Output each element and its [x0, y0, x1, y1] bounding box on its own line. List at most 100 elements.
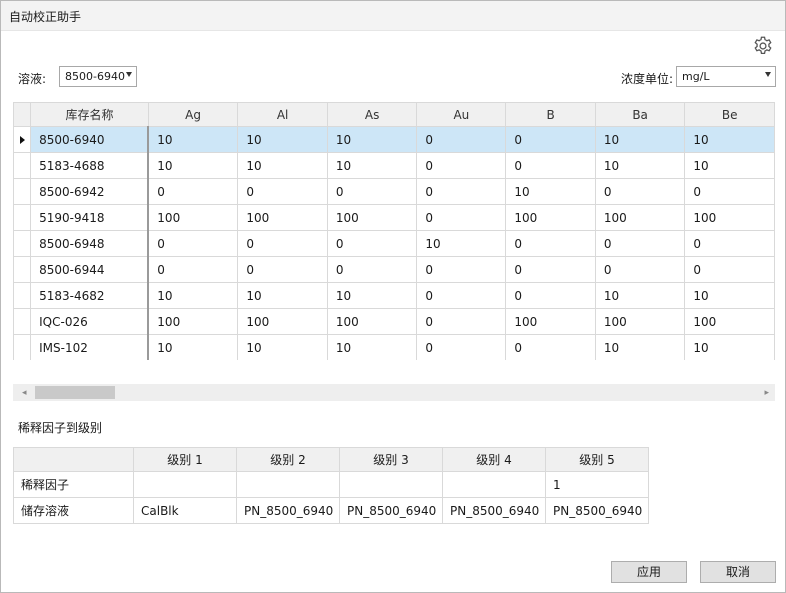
row-selector[interactable] [13, 282, 32, 309]
concentration-cell[interactable]: 10 [684, 334, 775, 360]
concentration-cell[interactable]: 0 [147, 178, 239, 205]
concentration-cell[interactable]: 0 [326, 256, 418, 283]
concentration-cell[interactable]: 100 [147, 204, 239, 231]
concentration-cell[interactable]: 0 [326, 230, 418, 257]
concentration-cell[interactable]: 10 [147, 152, 239, 179]
concentration-cell[interactable]: 10 [594, 282, 686, 309]
concentration-cell[interactable]: 10 [147, 126, 239, 153]
concentration-cell[interactable]: 0 [147, 256, 239, 283]
unit-select[interactable]: mg/L [676, 66, 776, 87]
dilution-cell[interactable]: PN_8500_6940 [339, 497, 443, 524]
concentration-cell[interactable]: 0 [416, 256, 507, 283]
concentration-cell[interactable]: 0 [684, 256, 775, 283]
column-header-element[interactable]: B [505, 102, 596, 127]
stock-name-cell[interactable]: IMS-102 [30, 334, 150, 360]
concentration-cell[interactable]: 0 [416, 152, 507, 179]
concentration-cell[interactable]: 0 [416, 282, 507, 309]
dilution-cell[interactable] [236, 471, 340, 498]
concentration-cell[interactable]: 10 [237, 282, 328, 309]
concentration-cell[interactable]: 100 [684, 308, 775, 335]
column-header-element[interactable]: Ag [147, 102, 239, 127]
horizontal-scrollbar[interactable]: ◂ ▸ [13, 384, 775, 401]
concentration-cell[interactable]: 100 [147, 308, 239, 335]
concentration-cell[interactable]: 10 [326, 152, 418, 179]
dilution-cell[interactable] [339, 471, 443, 498]
concentration-cell[interactable]: 0 [147, 230, 239, 257]
stock-name-cell[interactable]: 8500-6942 [30, 178, 150, 205]
table-row[interactable]: IQC-026 100 100 100 0 100 100 100 [13, 308, 775, 335]
table-row[interactable]: 5183-4682 10 10 10 0 0 10 10 [13, 282, 775, 309]
concentration-cell[interactable]: 0 [237, 230, 328, 257]
concentration-cell[interactable]: 10 [684, 126, 775, 153]
stock-name-cell[interactable]: 5183-4682 [30, 282, 150, 309]
row-selector[interactable] [13, 152, 32, 179]
row-selector[interactable] [13, 126, 32, 153]
concentration-cell[interactable]: 0 [684, 178, 775, 205]
concentration-cell[interactable]: 0 [594, 256, 686, 283]
concentration-cell[interactable]: 10 [505, 178, 596, 205]
table-row[interactable]: 8500-6948 0 0 0 10 0 0 0 [13, 230, 775, 257]
concentration-cell[interactable]: 10 [237, 152, 328, 179]
table-row[interactable]: 8500-6940 10 10 10 0 0 10 10 [13, 126, 775, 153]
concentration-cell[interactable]: 10 [147, 282, 239, 309]
dilution-cell[interactable]: PN_8500_6940 [442, 497, 546, 524]
dilution-cell[interactable]: PN_8500_6940 [545, 497, 649, 524]
concentration-cell[interactable]: 100 [684, 204, 775, 231]
table-row[interactable]: IMS-102 10 10 10 0 0 10 10 [13, 334, 775, 360]
row-selector[interactable] [13, 256, 32, 283]
concentration-cell[interactable]: 100 [505, 204, 596, 231]
dilution-cell[interactable] [133, 471, 237, 498]
concentration-cell[interactable]: 10 [594, 126, 686, 153]
table-row[interactable]: 8500-6942 0 0 0 0 10 0 0 [13, 178, 775, 205]
apply-button[interactable]: 应用 [611, 561, 687, 583]
concentration-cell[interactable]: 10 [237, 126, 328, 153]
column-header-element[interactable]: Be [684, 102, 775, 127]
stock-name-cell[interactable]: IQC-026 [30, 308, 150, 335]
concentration-cell[interactable]: 0 [416, 126, 507, 153]
solution-select[interactable]: 8500-6940 [59, 66, 137, 87]
concentration-cell[interactable]: 0 [416, 204, 507, 231]
concentration-cell[interactable]: 0 [505, 334, 596, 360]
row-selector[interactable] [13, 334, 32, 360]
concentration-cell[interactable]: 10 [684, 152, 775, 179]
concentration-cell[interactable]: 10 [326, 282, 418, 309]
row-selector[interactable] [13, 230, 32, 257]
table-row[interactable]: 5183-4688 10 10 10 0 0 10 10 [13, 152, 775, 179]
concentration-cell[interactable]: 100 [326, 204, 418, 231]
concentration-cell[interactable]: 0 [684, 230, 775, 257]
concentration-cell[interactable]: 100 [594, 204, 686, 231]
row-selector[interactable] [13, 178, 32, 205]
concentration-cell[interactable]: 0 [594, 230, 686, 257]
table-row[interactable]: 5190-9418 100 100 100 0 100 100 100 [13, 204, 775, 231]
concentration-cell[interactable]: 100 [237, 204, 328, 231]
column-header-element[interactable]: Ba [594, 102, 686, 127]
concentration-cell[interactable]: 0 [505, 126, 596, 153]
table-row[interactable]: 8500-6944 0 0 0 0 0 0 0 [13, 256, 775, 283]
concentration-cell[interactable]: 0 [505, 256, 596, 283]
concentration-cell[interactable]: 0 [237, 256, 328, 283]
concentration-cell[interactable]: 10 [326, 334, 418, 360]
concentration-cell[interactable]: 100 [326, 308, 418, 335]
cancel-button[interactable]: 取消 [700, 561, 776, 583]
concentration-cell[interactable]: 0 [505, 282, 596, 309]
concentration-cell[interactable]: 0 [326, 178, 418, 205]
dilution-cell[interactable]: PN_8500_6940 [236, 497, 340, 524]
row-selector[interactable] [13, 308, 32, 335]
concentration-cell[interactable]: 10 [416, 230, 507, 257]
concentration-cell[interactable]: 100 [237, 308, 328, 335]
concentration-cell[interactable]: 0 [594, 178, 686, 205]
stock-name-cell[interactable]: 5190-9418 [30, 204, 150, 231]
concentration-cell[interactable]: 10 [684, 282, 775, 309]
concentration-cell[interactable]: 0 [505, 230, 596, 257]
stock-name-cell[interactable]: 8500-6948 [30, 230, 150, 257]
concentration-cell[interactable]: 0 [416, 334, 507, 360]
gear-icon[interactable] [752, 35, 774, 57]
column-header-element[interactable]: Au [416, 102, 507, 127]
column-header-element[interactable]: As [326, 102, 418, 127]
concentration-cell[interactable]: 10 [326, 126, 418, 153]
concentration-cell[interactable]: 0 [237, 178, 328, 205]
stock-name-cell[interactable]: 8500-6944 [30, 256, 150, 283]
concentration-cell[interactable]: 0 [416, 178, 507, 205]
scroll-left-icon[interactable]: ◂ [22, 388, 27, 398]
concentration-cell[interactable]: 100 [594, 308, 686, 335]
